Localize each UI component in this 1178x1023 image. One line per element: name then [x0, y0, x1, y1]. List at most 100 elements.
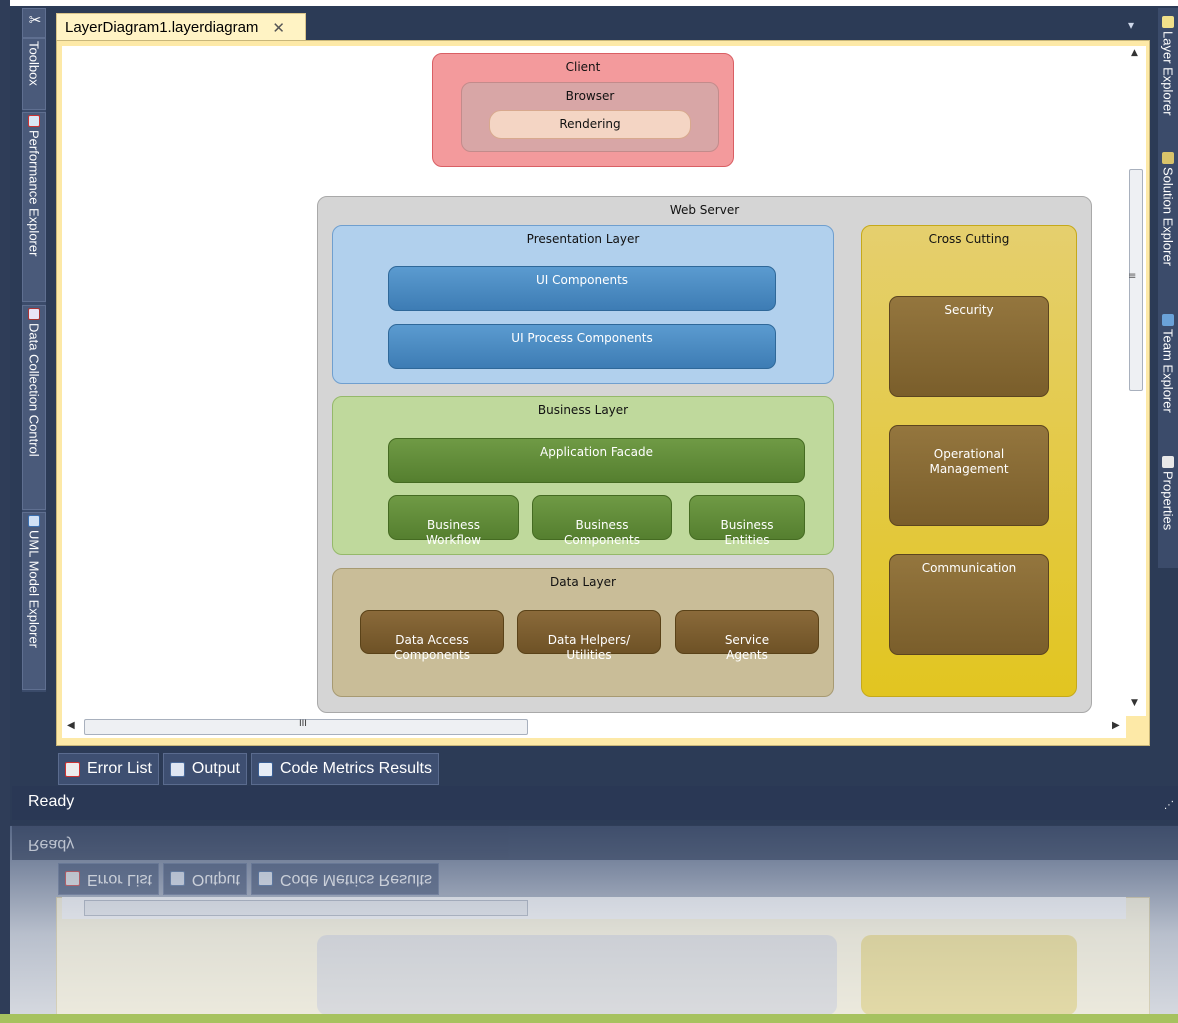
- reflection-bottom-tabs: Error List Output Code Metrics Results: [58, 863, 439, 895]
- component-business-components-label: Business Components: [564, 518, 640, 547]
- layer-browser-label: Browser: [565, 89, 615, 103]
- performance-icon: [27, 115, 40, 127]
- tab-layer-explorer[interactable]: Layer Explorer: [1158, 14, 1178, 148]
- scroll-left-arrow-icon[interactable]: ◀: [67, 720, 75, 731]
- error-list-icon: [65, 871, 80, 887]
- component-business-entities[interactable]: Business Entities: [689, 495, 805, 547]
- tab-properties[interactable]: Properties: [1158, 454, 1178, 554]
- toolbox-pin[interactable]: ✂: [22, 8, 46, 38]
- tab-properties-label: Properties: [1160, 471, 1176, 531]
- tab-layer-explorer-label: Layer Explorer: [1160, 31, 1176, 116]
- component-communication[interactable]: Communication: [889, 554, 1049, 655]
- tab-uml-model-explorer-label: UML Model Explorer: [26, 530, 42, 649]
- reflection-content: Error List Output Code Metrics Results R…: [10, 826, 1178, 1023]
- layer-cross-cutting-label: Cross Cutting: [928, 232, 1010, 246]
- tab-solution-explorer[interactable]: Solution Explorer: [1158, 150, 1178, 310]
- tab-output[interactable]: Output: [162, 753, 247, 785]
- reflection-status-bar: Ready: [12, 826, 1178, 860]
- uml-explorer-icon: [27, 515, 40, 527]
- component-application-facade[interactable]: Application Facade: [388, 438, 805, 483]
- resize-grip-icon[interactable]: ⋰: [1164, 800, 1174, 811]
- reflection-tab-code-metrics: Code Metrics Results: [250, 863, 439, 895]
- reflection-tab-code-metrics-label: Code Metrics Results: [279, 871, 432, 888]
- tab-performance-explorer[interactable]: Performance Explorer: [22, 112, 46, 302]
- document-tab[interactable]: LayerDiagram1.layerdiagram ✕: [56, 13, 306, 41]
- component-ui-process-label: UI Process Components: [511, 331, 653, 345]
- layer-data-label: Data Layer: [550, 575, 616, 589]
- component-security-label: Security: [944, 303, 994, 317]
- code-metrics-icon: [257, 761, 273, 777]
- component-application-facade-label: Application Facade: [540, 445, 653, 459]
- component-data-access-label: Data Access Components: [394, 633, 470, 662]
- wrench-icon: ✂: [26, 11, 43, 29]
- component-service-agents[interactable]: Service Agents: [675, 610, 819, 662]
- window-reflection: Error List Output Code Metrics Results R…: [10, 826, 1178, 1023]
- reflection-web-server-block: [317, 935, 837, 1015]
- component-data-access[interactable]: Data Access Components: [360, 610, 504, 662]
- status-text: Ready: [28, 793, 75, 810]
- layer-explorer-icon: [1161, 16, 1174, 28]
- tab-data-collection-label: Data Collection Control: [26, 323, 42, 457]
- window-top-edge: [10, 0, 1178, 6]
- reflection-tab-output: Output: [162, 863, 247, 895]
- solution-explorer-icon: [1161, 152, 1174, 164]
- tab-code-metrics-results[interactable]: Code Metrics Results: [250, 753, 439, 785]
- component-service-agents-label: Service Agents: [724, 633, 770, 662]
- status-bar: Ready: [12, 786, 1178, 820]
- scroll-up-arrow-icon[interactable]: ▲: [1131, 48, 1138, 58]
- tab-code-metrics-label: Code Metrics Results: [279, 760, 432, 777]
- tab-uml-model-explorer[interactable]: UML Model Explorer: [22, 512, 46, 690]
- output-icon: [169, 761, 185, 777]
- component-business-components[interactable]: Business Components: [532, 495, 672, 547]
- tab-output-label: Output: [191, 760, 240, 777]
- output-icon: [169, 871, 185, 887]
- data-collection-icon: [27, 308, 40, 320]
- document-tab-label: LayerDiagram1.layerdiagram: [65, 19, 259, 36]
- reflection-tab-output-label: Output: [191, 871, 240, 888]
- reflection-tab-error-list-label: Error List: [87, 871, 152, 888]
- component-business-workflow[interactable]: Business Workflow: [388, 495, 519, 547]
- component-business-workflow-label: Business Workflow: [425, 518, 482, 547]
- layer-rendering-label: Rendering: [559, 117, 621, 131]
- component-data-helpers[interactable]: Data Helpers/ Utilities: [517, 610, 661, 662]
- component-ui-components-label: UI Components: [535, 273, 629, 287]
- reflection-cross-cutting-block: [861, 935, 1077, 1015]
- component-business-entities-label: Business Entities: [720, 518, 774, 547]
- horizontal-scroll-grip-icon: III: [299, 719, 307, 729]
- tab-team-explorer-label: Team Explorer: [1160, 329, 1176, 413]
- scroll-right-arrow-icon[interactable]: ▶: [1112, 720, 1120, 731]
- reflection-status-text: Ready: [28, 836, 75, 853]
- tab-error-list[interactable]: Error List: [58, 753, 159, 785]
- error-list-icon: [65, 761, 80, 777]
- close-icon[interactable]: ✕: [272, 19, 285, 37]
- component-ui-process-components[interactable]: UI Process Components: [388, 324, 776, 369]
- layer-rendering[interactable]: Rendering: [489, 110, 691, 139]
- reflection-tab-error-list: Error List: [58, 863, 159, 895]
- bottom-tool-tabs: Error List Output Code Metrics Results: [58, 753, 439, 785]
- vertical-scroll-grip-icon: ≡: [1128, 271, 1137, 282]
- layer-client-label: Client: [565, 60, 601, 74]
- tab-toolbox[interactable]: Toolbox: [22, 38, 46, 110]
- tab-team-explorer[interactable]: Team Explorer: [1158, 312, 1178, 452]
- reflection-hscroll-thumb: [84, 900, 528, 916]
- tab-performance-explorer-label: Performance Explorer: [26, 130, 42, 257]
- layer-presentation-label: Presentation Layer: [526, 232, 640, 246]
- horizontal-scrollbar[interactable]: ◀ III ▶: [62, 716, 1126, 738]
- bottom-accent-strip: [0, 1014, 1178, 1023]
- scroll-down-arrow-icon[interactable]: ▼: [1131, 698, 1138, 708]
- properties-icon: [1161, 456, 1174, 468]
- vertical-scrollbar[interactable]: ▲ ≡ ▼: [1126, 46, 1146, 716]
- tab-solution-explorer-label: Solution Explorer: [1160, 167, 1176, 266]
- component-operational-management[interactable]: Operational Management: [889, 425, 1049, 526]
- layer-business-label: Business Layer: [537, 403, 629, 417]
- reflection-hscroll: [62, 897, 1126, 919]
- component-operational-management-label: Operational Management: [929, 447, 1009, 476]
- code-metrics-icon: [257, 871, 273, 887]
- chevron-down-icon[interactable]: ▾: [1128, 18, 1134, 32]
- tab-data-collection-control[interactable]: Data Collection Control: [22, 305, 46, 510]
- component-security[interactable]: Security: [889, 296, 1049, 397]
- component-ui-components[interactable]: UI Components: [388, 266, 776, 311]
- team-explorer-icon: [1161, 314, 1174, 326]
- component-communication-label: Communication: [921, 561, 1017, 575]
- diagram-canvas[interactable]: Client Browser Rendering Web Server Pres…: [62, 46, 1126, 716]
